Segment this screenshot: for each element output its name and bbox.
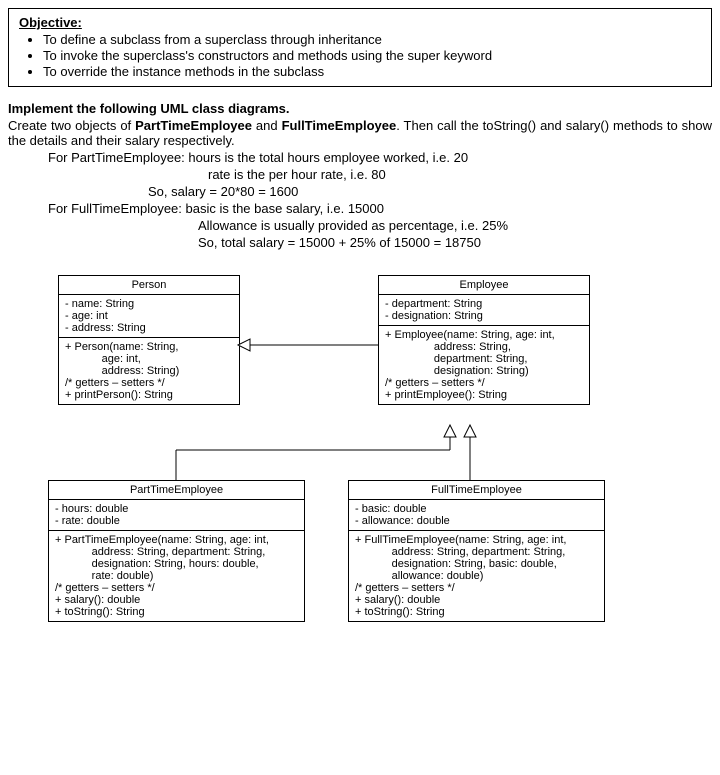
uml-methods: + PartTimeEmployee(name: String, age: in… bbox=[49, 531, 304, 621]
instructions-line: For PartTimeEmployee: hours is the total… bbox=[48, 150, 712, 165]
instructions-line: So, salary = 20*80 = 1600 bbox=[148, 184, 712, 199]
uml-attrs: - department: String - designation: Stri… bbox=[379, 295, 589, 326]
objective-title: Objective: bbox=[19, 15, 701, 30]
objective-list: To define a subclass from a superclass t… bbox=[19, 32, 701, 79]
objective-bullet: To invoke the superclass's constructors … bbox=[43, 48, 701, 63]
connector-employee-subclasses bbox=[168, 425, 548, 485]
objective-bullet: To define a subclass from a superclass t… bbox=[43, 32, 701, 47]
instructions-line: Allowance is usually provided as percent… bbox=[198, 218, 712, 233]
uml-employee-box: Employee - department: String - designat… bbox=[378, 275, 590, 405]
uml-person-box: Person - name: String - age: int - addre… bbox=[58, 275, 240, 405]
objective-box: Objective: To define a subclass from a s… bbox=[8, 8, 712, 87]
uml-attrs: - name: String - age: int - address: Str… bbox=[59, 295, 239, 338]
uml-attrs: - hours: double - rate: double bbox=[49, 500, 304, 531]
instructions-line: So, total salary = 15000 + 25% of 15000 … bbox=[198, 235, 712, 250]
uml-methods: + Employee(name: String, age: int, addre… bbox=[379, 326, 589, 404]
uml-attrs: - basic: double - allowance: double bbox=[349, 500, 604, 531]
objective-bullet: To override the instance methods in the … bbox=[43, 64, 701, 79]
instructions-line: rate is the per hour rate, i.e. 80 bbox=[208, 167, 712, 182]
connector-person-employee bbox=[238, 335, 388, 355]
text: Create two objects of bbox=[8, 118, 135, 133]
uml-title: PartTimeEmployee bbox=[49, 481, 304, 500]
uml-methods: + Person(name: String, age: int, address… bbox=[59, 338, 239, 404]
text-bold: FullTimeEmployee bbox=[282, 118, 397, 133]
text: and bbox=[252, 118, 282, 133]
instructions-heading: Implement the following UML class diagra… bbox=[8, 101, 712, 116]
instructions-line: For FullTimeEmployee: basic is the base … bbox=[48, 201, 712, 216]
uml-title: Employee bbox=[379, 276, 589, 295]
uml-methods: + FullTimeEmployee(name: String, age: in… bbox=[349, 531, 604, 621]
instructions-para: Create two objects of PartTimeEmployee a… bbox=[8, 118, 712, 148]
uml-title: Person bbox=[59, 276, 239, 295]
uml-fulltime-box: FullTimeEmployee - basic: double - allow… bbox=[348, 480, 605, 622]
uml-parttime-box: PartTimeEmployee - hours: double - rate:… bbox=[48, 480, 305, 622]
uml-title: FullTimeEmployee bbox=[349, 481, 604, 500]
instructions: Implement the following UML class diagra… bbox=[8, 101, 712, 250]
uml-diagram-area: Person - name: String - age: int - addre… bbox=[8, 275, 708, 675]
text-bold: PartTimeEmployee bbox=[135, 118, 252, 133]
